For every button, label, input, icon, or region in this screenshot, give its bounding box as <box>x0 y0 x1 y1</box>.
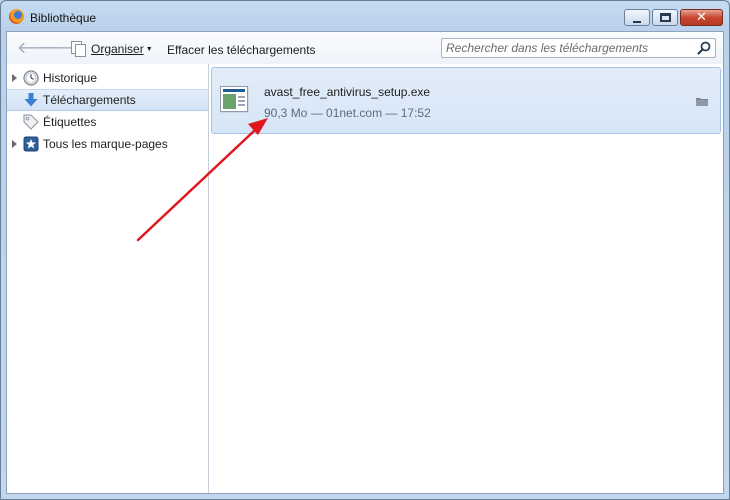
sidebar-item-all-bookmarks[interactable]: Tous les marque-pages <box>7 133 208 155</box>
search-input[interactable] <box>446 41 686 55</box>
sidebar-item-downloads[interactable]: Téléchargements <box>7 89 208 111</box>
window-controls: ✕ <box>622 9 723 26</box>
window-title: Bibliothèque <box>30 11 97 25</box>
search-icon[interactable] <box>697 41 711 55</box>
minimize-icon <box>633 20 641 23</box>
sidebar-item-history[interactable]: Historique <box>7 67 208 89</box>
clock-icon <box>23 70 39 86</box>
download-arrow-icon <box>24 93 38 107</box>
sidebar-tree: Historique Téléchargements Étiquettes To… <box>7 64 209 493</box>
download-item[interactable]: avast_free_antivirus_setup.exe 90,3 Mo —… <box>211 67 721 134</box>
download-file-name: avast_free_antivirus_setup.exe <box>264 85 431 99</box>
sidebar-item-label: Historique <box>43 71 98 85</box>
sidebar-item-label: Tous les marque-pages <box>43 137 168 151</box>
library-window: Bibliothèque ✕ 🡐 🡒 Organiser ▼ Effacer l… <box>0 0 730 500</box>
sidebar-item-label: Étiquettes <box>43 115 97 129</box>
back-arrow-icon[interactable]: 🡐 <box>17 40 60 57</box>
sidebar-item-tags[interactable]: Étiquettes <box>7 111 208 133</box>
organize-button[interactable]: Organiser ▼ <box>71 41 153 57</box>
close-button[interactable]: ✕ <box>680 9 723 26</box>
documents-icon <box>71 41 86 57</box>
downloads-list: avast_free_antivirus_setup.exe 90,3 Mo —… <box>209 64 723 493</box>
expand-twisty-icon[interactable] <box>12 140 17 148</box>
forward-arrow-icon[interactable]: 🡒 <box>40 40 83 57</box>
minimize-button[interactable] <box>624 9 650 26</box>
executable-file-icon <box>220 86 248 112</box>
toolbar: 🡐 🡒 Organiser ▼ Effacer les téléchargeme… <box>7 32 723 65</box>
library-client-area: 🡐 🡒 Organiser ▼ Effacer les téléchargeme… <box>6 31 724 494</box>
search-box[interactable] <box>441 38 716 58</box>
tag-icon <box>23 114 39 130</box>
sidebar-item-label: Téléchargements <box>43 93 136 107</box>
organize-label: Organiser <box>91 41 144 56</box>
title-bar[interactable]: Bibliothèque ✕ <box>1 1 729 31</box>
folder-icon[interactable] <box>696 97 708 106</box>
clear-downloads-button[interactable]: Effacer les téléchargements <box>167 43 316 57</box>
maximize-button[interactable] <box>652 9 678 26</box>
close-icon: ✕ <box>696 10 707 25</box>
download-status-text: 90,3 Mo — 01net.com — 17:52 <box>264 106 431 120</box>
dropdown-caret-icon: ▼ <box>145 46 153 53</box>
maximize-icon <box>659 13 671 22</box>
star-bookmark-icon <box>23 136 39 152</box>
expand-twisty-icon[interactable] <box>12 74 17 82</box>
firefox-logo-icon <box>9 9 24 24</box>
